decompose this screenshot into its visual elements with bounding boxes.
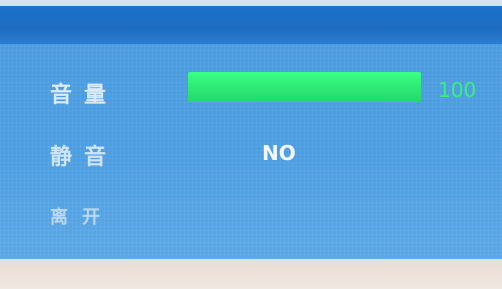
menu-item-exit[interactable]: 离开 [50,203,114,229]
osd-screen: 音量 100 静音 NO 离开 [0,0,502,289]
volume-slider-fill [188,72,421,102]
osd-menu-panel: 音量 100 静音 NO 离开 [0,44,502,259]
menu-item-mute[interactable]: 静音 [50,139,118,171]
title-bar [0,6,502,44]
menu-item-volume[interactable]: 音量 [50,77,118,109]
volume-slider[interactable] [188,72,421,102]
bottom-strip [0,259,502,289]
volume-value: 100 [438,78,477,102]
mute-value[interactable]: NO [262,141,296,165]
